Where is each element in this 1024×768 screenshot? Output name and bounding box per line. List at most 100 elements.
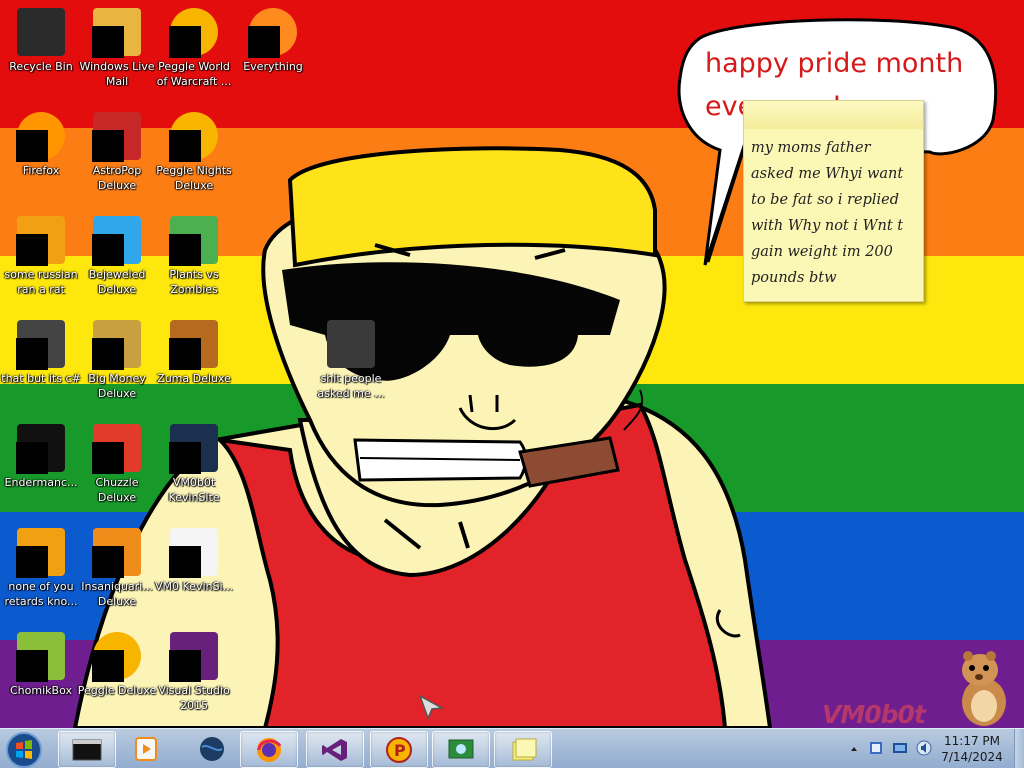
- desktop-icon[interactable]: Visual Studio 2015: [153, 626, 235, 718]
- redaction-box: [16, 650, 48, 682]
- redaction-box: [16, 546, 48, 578]
- desktop-icon[interactable]: VM0 KevinSi...: [153, 522, 235, 614]
- desktop-icon[interactable]: Recycle Bin: [0, 2, 82, 94]
- redaction-box: [169, 442, 201, 474]
- network-icon: [448, 739, 474, 759]
- redaction-box: [16, 130, 48, 162]
- network-tray-icon[interactable]: [892, 740, 908, 756]
- redaction-box: [248, 26, 280, 58]
- redaction-box: [169, 338, 201, 370]
- desktop-icon[interactable]: Firefox: [0, 106, 82, 198]
- desktop-icon[interactable]: Everything: [232, 2, 314, 94]
- start-button[interactable]: [4, 731, 44, 768]
- desktop-icon-label: Chuzzle Deluxe: [95, 476, 139, 504]
- mouse-cursor-icon: [418, 694, 444, 720]
- globe-taskbar-button[interactable]: [184, 731, 242, 768]
- desktop-icon[interactable]: Windows Live Mail: [76, 2, 158, 94]
- sticky-line: asked me Whyi want: [751, 166, 904, 182]
- desktop-icon-label: that but its c#: [1, 372, 81, 385]
- peggle-icon: P: [386, 737, 412, 763]
- media-player-taskbar-button[interactable]: [118, 731, 176, 768]
- redaction-box: [169, 546, 201, 578]
- desktop-icon[interactable]: ChomikBox: [0, 626, 82, 718]
- sticky-line: gain weight im 200: [751, 244, 893, 260]
- desktop-icon-label: Everything: [243, 60, 303, 73]
- desktop-icon[interactable]: Insaniquari... Deluxe: [76, 522, 158, 614]
- desktop-icon[interactable]: Peggle World of Warcraft ...: [153, 2, 235, 94]
- desktop-icon-label: Firefox: [22, 164, 60, 177]
- redaction-box: [169, 130, 201, 162]
- sticky-notes-icon: [512, 738, 537, 761]
- redaction-box: [169, 234, 201, 266]
- sticky-note-titlebar[interactable]: [744, 101, 923, 129]
- network-taskbar-button[interactable]: [432, 731, 490, 768]
- sticky-line: pounds btw: [751, 270, 837, 286]
- svg-text:P: P: [394, 741, 406, 760]
- system-clock[interactable]: 11:17 PM 7/14/2024: [920, 733, 1024, 765]
- desktop-icon[interactable]: some russian ran a rat: [0, 210, 82, 302]
- desktop-icon-label: Plants vs Zombies: [169, 268, 219, 296]
- desktop-icon-label: Peggle Deluxe: [77, 684, 157, 697]
- desktop-icon-label: VM0b0t KevinSite: [168, 476, 220, 504]
- desktop-icon-label: Windows Live Mail: [79, 60, 155, 88]
- desktop-icon-label: shit people asked me ...: [317, 372, 385, 400]
- clock-time: 11:17 PM: [944, 734, 1000, 748]
- desktop-icon[interactable]: AstroPop Deluxe: [76, 106, 158, 198]
- redaction-box: [92, 338, 124, 370]
- sticky-notes-taskbar-button[interactable]: [494, 731, 552, 768]
- clock-date: 7/14/2024: [941, 750, 1003, 764]
- desktop-icon-label: Zuma Deluxe: [157, 372, 231, 385]
- show-desktop-button[interactable]: [1014, 729, 1024, 768]
- redaction-box: [92, 26, 124, 58]
- media-player-icon: [135, 737, 157, 761]
- desktop-icon-label: AstroPop Deluxe: [92, 164, 142, 192]
- hamster-mascot-icon: [962, 651, 1006, 726]
- redaction-box: [92, 234, 124, 266]
- redaction-box: [92, 650, 124, 682]
- cmd-taskbar-button[interactable]: [58, 731, 116, 768]
- redaction-box: [16, 338, 48, 370]
- redaction-box: [92, 442, 124, 474]
- desktop-icon[interactable]: Endermanc...: [0, 418, 82, 510]
- desktop-icon[interactable]: Peggle Nights Deluxe: [153, 106, 235, 198]
- redaction-box: [92, 546, 124, 578]
- desktop-icon[interactable]: shit people asked me ...: [310, 314, 392, 406]
- visual-studio-taskbar-button[interactable]: [306, 731, 364, 768]
- desktop-icon-label: Big Money Deluxe: [88, 372, 146, 400]
- speech-line: happy pride month: [705, 48, 964, 79]
- desktop-icon-label: Peggle World of Warcraft ...: [156, 60, 232, 88]
- desktop-icon-label: Insaniquari... Deluxe: [81, 580, 153, 608]
- desktop-icon-label: Recycle Bin: [9, 60, 73, 73]
- desktop-icon-label: Peggle Nights Deluxe: [156, 164, 232, 192]
- globe-icon: [200, 737, 224, 761]
- desktop-icon-label: Visual Studio 2015: [158, 684, 230, 712]
- desktop-icon[interactable]: VM0b0t KevinSite: [153, 418, 235, 510]
- desktop-icon[interactable]: Chuzzle Deluxe: [76, 418, 158, 510]
- desktop-icon-label: VM0 KevinSi...: [154, 580, 233, 593]
- firefox-icon: [257, 738, 282, 762]
- desktop-icon[interactable]: Big Money Deluxe: [76, 314, 158, 406]
- redaction-box: [16, 442, 48, 474]
- desktop-icon[interactable]: Zuma Deluxe: [153, 314, 235, 406]
- desktop-icon-label: some russian ran a rat: [4, 268, 78, 296]
- taskbar: P 11:17 PM 7/14/2024: [0, 728, 1024, 768]
- action-center-icon[interactable]: [868, 740, 884, 756]
- sticky-note[interactable]: my moms father asked me Whyi want to be …: [743, 100, 924, 302]
- desktop-icon-label: none of you retards kno...: [4, 580, 78, 608]
- desktop-icon[interactable]: Bejeweled Deluxe: [76, 210, 158, 302]
- chevron-up-icon[interactable]: [850, 741, 858, 757]
- sticky-line: my moms father: [751, 140, 871, 156]
- redaction-box: [92, 130, 124, 162]
- desktop-icon[interactable]: none of you retards kno...: [0, 522, 82, 614]
- desktop-icon[interactable]: that but its c#: [0, 314, 82, 406]
- desktop-icon[interactable]: Plants vs Zombies: [153, 210, 235, 302]
- watermark-logo: VM0b0t: [822, 700, 926, 729]
- firefox-taskbar-button[interactable]: [240, 731, 298, 768]
- desktop-icon-label: Endermanc...: [4, 476, 78, 489]
- desktop-icon[interactable]: Peggle Deluxe: [76, 626, 158, 718]
- desktop-icon-label: Bejeweled Deluxe: [88, 268, 146, 296]
- redaction-box: [169, 26, 201, 58]
- peggle-taskbar-button[interactable]: P: [370, 731, 428, 768]
- sticky-line: to be fat so i replied: [751, 192, 900, 208]
- folder-icon: [327, 320, 375, 368]
